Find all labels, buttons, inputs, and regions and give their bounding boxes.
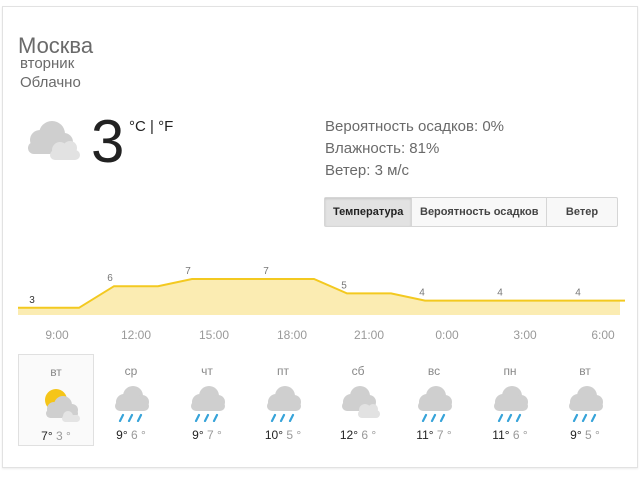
- cloudy-icon: [342, 386, 380, 418]
- forecast-low: 3: [56, 429, 63, 443]
- degree-symbol: °: [198, 428, 207, 442]
- chart-tabs: Температура Вероятность осадков Ветер: [324, 197, 618, 227]
- forecast-high: 9: [570, 428, 577, 442]
- partly-cloudy-icon: [45, 389, 80, 422]
- cloudy-icon: [28, 121, 80, 160]
- daily-forecast: вт 7° 3 ° ср 9° 6 ° чт 9° 7 ° пт 10° 5 ° сб 12° 6…: [18, 354, 618, 446]
- forecast-temps: 11° 6 °: [472, 428, 548, 442]
- forecast-temps: 9° 7 °: [169, 428, 245, 442]
- rain-cloud-icon: [267, 386, 301, 422]
- wind-speed: Ветер: 3 м/с: [325, 162, 410, 179]
- celsius-toggle[interactable]: °C: [129, 118, 146, 135]
- forecast-low: 7: [436, 428, 444, 442]
- forecast-day[interactable]: пн 11° 6 °: [472, 354, 548, 446]
- forecast-high: 9: [192, 428, 199, 442]
- degree-symbol: °: [137, 428, 146, 442]
- forecast-day-name: пт: [277, 364, 289, 378]
- time-tick-label: 12:00: [121, 328, 151, 342]
- tab-precipitation[interactable]: Вероятность осадков: [411, 198, 546, 226]
- current-day: вторник: [20, 55, 75, 72]
- unit-switcher: °C | °F: [129, 118, 173, 135]
- temperature-area: [18, 279, 625, 315]
- time-tick-label: 21:00: [354, 328, 384, 342]
- forecast-day-name: вс: [427, 364, 441, 378]
- temperature-value-label: 5: [341, 280, 347, 291]
- forecast-temps: 7° 3 °: [19, 429, 93, 443]
- degree-symbol: °: [122, 428, 131, 442]
- rain-cloud-icon: [569, 386, 603, 422]
- forecast-day[interactable]: вт 7° 3 °: [18, 354, 94, 446]
- degree-symbol: °: [213, 428, 222, 442]
- forecast-day[interactable]: чт 9° 7 °: [169, 354, 245, 446]
- forecast-high: 11: [492, 428, 505, 442]
- temperature-value-label: 4: [497, 288, 503, 299]
- degree-symbol: °: [591, 428, 600, 442]
- temperature-value-label: 7: [185, 266, 191, 277]
- degree-symbol: °: [293, 428, 302, 442]
- forecast-temps: 11° 7 °: [396, 428, 472, 442]
- forecast-temps: 9° 6 °: [93, 428, 169, 442]
- fahrenheit-toggle[interactable]: °F: [158, 118, 173, 135]
- temperature-value-label: 4: [419, 288, 425, 299]
- forecast-day-name: чт: [201, 364, 213, 378]
- time-tick-label: 0:00: [435, 328, 459, 342]
- forecast-high: 11: [416, 428, 429, 442]
- forecast-day[interactable]: ср 9° 6 °: [93, 354, 169, 446]
- tab-wind[interactable]: Ветер: [546, 198, 617, 226]
- rain-cloud-icon: [494, 386, 528, 422]
- time-tick-label: 15:00: [199, 328, 229, 342]
- temperature-value-label: 4: [575, 288, 581, 299]
- time-tick-label: 18:00: [277, 328, 307, 342]
- current-condition: Облачно: [20, 74, 81, 91]
- rain-cloud-icon: [418, 386, 452, 422]
- degree-symbol: °: [576, 428, 585, 442]
- forecast-day-name: вт: [579, 364, 591, 378]
- time-tick-label: 9:00: [45, 328, 69, 342]
- rain-cloud-icon: [115, 386, 149, 422]
- forecast-day-name: ср: [124, 364, 138, 378]
- degree-symbol: °: [62, 429, 71, 443]
- degree-symbol: °: [368, 428, 377, 442]
- forecast-temps: 12° 6 °: [320, 428, 396, 442]
- forecast-temps: 10° 5 °: [245, 428, 321, 442]
- degree-symbol: °: [504, 428, 513, 442]
- rain-cloud-icon: [191, 386, 225, 422]
- forecast-low: 5: [286, 428, 294, 442]
- temperature-value-label: 7: [263, 266, 269, 277]
- forecast-day[interactable]: пт 10° 5 °: [245, 354, 321, 446]
- forecast-temps: 9° 5 °: [547, 428, 623, 442]
- forecast-high: 9: [116, 428, 123, 442]
- tab-temperature[interactable]: Температура: [325, 198, 411, 226]
- forecast-high: 10: [264, 428, 279, 442]
- forecast-day[interactable]: сб 12° 6 °: [320, 354, 396, 446]
- forecast-high: 12: [339, 428, 354, 442]
- forecast-day[interactable]: вс 11° 7 °: [396, 354, 472, 446]
- forecast-low: 5: [585, 428, 592, 442]
- time-tick-label: 6:00: [591, 328, 615, 342]
- degree-symbol: °: [519, 428, 528, 442]
- forecast-high: 7: [41, 429, 48, 443]
- degree-symbol: °: [443, 428, 452, 442]
- temperature-value-label: 6: [107, 273, 113, 284]
- forecast-low: 7: [207, 428, 214, 442]
- unit-separator: |: [150, 118, 154, 135]
- humidity: Влажность: 81%: [325, 140, 440, 157]
- degree-symbol: °: [428, 428, 437, 442]
- forecast-low: 6: [131, 428, 138, 442]
- temperature-value-label: 3: [29, 295, 35, 306]
- forecast-day-name: сб: [351, 364, 365, 378]
- temperature-chart: 3 6 7 7 5 4 4 4 9:00 12:00 15:00 18:00 21:00 0:00 3:00…: [18, 266, 625, 342]
- weather-details: Вероятность осадков: 0% Влажность: 81% В…: [325, 116, 504, 182]
- time-tick-label: 3:00: [513, 328, 537, 342]
- forecast-day-name: вт: [50, 365, 62, 379]
- forecast-low: 6: [512, 428, 520, 442]
- degree-symbol: °: [47, 429, 56, 443]
- forecast-low: 6: [361, 428, 369, 442]
- current-temperature: 3: [91, 108, 125, 175]
- precipitation-chance: Вероятность осадков: 0%: [325, 118, 504, 135]
- forecast-day-name: пн: [503, 364, 517, 378]
- forecast-day[interactable]: вт 9° 5 °: [547, 354, 623, 446]
